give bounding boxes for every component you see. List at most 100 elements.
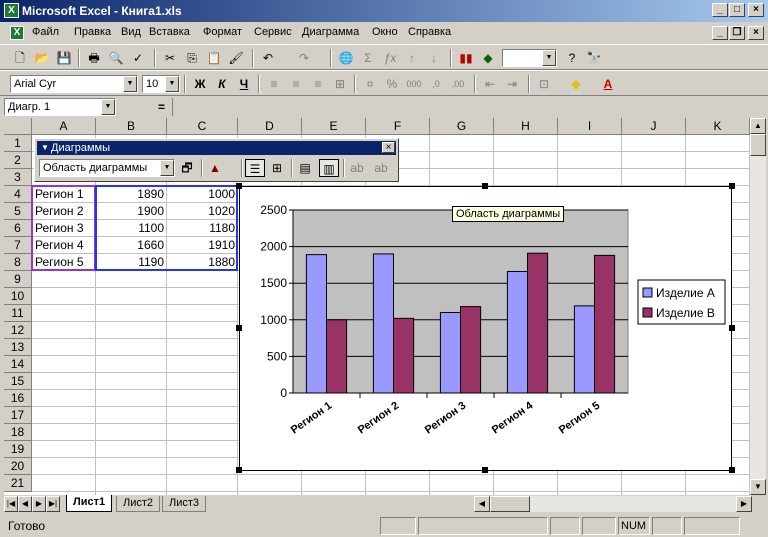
- scroll-thumb[interactable]: [750, 134, 766, 156]
- autosum-icon[interactable]: Σ: [358, 49, 378, 67]
- font-size-combo[interactable]: 10 ▼: [142, 75, 180, 93]
- row-header-18[interactable]: 18: [4, 424, 32, 441]
- legend-label[interactable]: Изделие B: [656, 306, 715, 320]
- row-header-8[interactable]: 8: [4, 254, 32, 271]
- new-icon[interactable]: 🗋: [10, 49, 30, 67]
- bar-a[interactable]: [506, 270, 528, 394]
- row-header-19[interactable]: 19: [4, 441, 32, 458]
- bar-b[interactable]: [393, 317, 415, 394]
- chart-objects-combo[interactable]: Область диаграммы ▼: [39, 159, 175, 177]
- column-header-c[interactable]: C: [167, 118, 238, 135]
- y-tick-label[interactable]: 2000: [260, 240, 287, 254]
- chart-toolbar-caption[interactable]: ▼ Диаграммы ×: [37, 141, 396, 155]
- row-header-4[interactable]: 4: [4, 186, 32, 203]
- redo-icon[interactable]: ↷: [294, 49, 314, 67]
- column-header-a[interactable]: A: [32, 118, 96, 135]
- column-header-f[interactable]: F: [366, 118, 430, 135]
- horizontal-scrollbar[interactable]: ◀ ▶: [474, 496, 752, 512]
- bar-b[interactable]: [594, 254, 616, 394]
- bar-b[interactable]: [460, 306, 482, 394]
- help-icon[interactable]: ?: [562, 49, 582, 67]
- merge-center-icon[interactable]: ⊞: [330, 75, 350, 93]
- row-header-20[interactable]: 20: [4, 458, 32, 475]
- save-icon[interactable]: 💾: [54, 49, 74, 67]
- data-table-icon[interactable]: ⊞: [267, 159, 287, 177]
- y-tick-label[interactable]: 2500: [260, 203, 287, 217]
- category-label[interactable]: Регион 1: [289, 400, 334, 437]
- prev-sheet-icon[interactable]: ◀: [18, 496, 32, 512]
- tab-sheet3[interactable]: Лист3: [162, 496, 207, 512]
- undo-icon[interactable]: ↶: [258, 49, 278, 67]
- menu-format[interactable]: Формат: [203, 26, 242, 38]
- next-sheet-icon[interactable]: ▶: [32, 496, 46, 512]
- row-header-1[interactable]: 1: [4, 135, 32, 152]
- decrease-decimal-icon[interactable]: ,00: [448, 75, 468, 93]
- borders-icon[interactable]: ⊡: [534, 75, 554, 93]
- bar-a[interactable]: [573, 305, 595, 394]
- column-header-g[interactable]: G: [430, 118, 494, 135]
- function-icon[interactable]: ƒx: [380, 49, 400, 67]
- cut-icon[interactable]: ✂: [160, 49, 180, 67]
- scroll-down-icon[interactable]: ▼: [750, 479, 766, 495]
- angle-text-up-icon[interactable]: ab: [371, 159, 391, 177]
- chart-toolbar-close-button[interactable]: ×: [382, 142, 395, 153]
- bar-b[interactable]: [326, 319, 348, 394]
- doc-restore-button[interactable]: ❐: [729, 26, 745, 40]
- row-header-16[interactable]: 16: [4, 390, 32, 407]
- legend-icon[interactable]: ☰: [245, 159, 265, 177]
- office-assistant-icon[interactable]: 🔭: [584, 49, 604, 67]
- legend-label[interactable]: Изделие A: [656, 286, 715, 300]
- formula-equals[interactable]: =: [158, 100, 165, 114]
- row-header-17[interactable]: 17: [4, 407, 32, 424]
- menu-edit[interactable]: Правка: [74, 26, 111, 38]
- bold-button[interactable]: Ж: [190, 75, 210, 93]
- legend-swatch[interactable]: [642, 307, 653, 318]
- font-combo[interactable]: Arial Cyr ▼: [10, 75, 138, 93]
- copy-icon[interactable]: ⎘: [182, 49, 202, 67]
- formula-input[interactable]: [172, 98, 766, 116]
- column-header-j[interactable]: J: [622, 118, 686, 135]
- tab-sheet1[interactable]: Лист1: [66, 495, 113, 512]
- y-tick-label[interactable]: 1000: [260, 313, 287, 327]
- increase-decimal-icon[interactable]: ,0: [426, 75, 446, 93]
- row-header-6[interactable]: 6: [4, 220, 32, 237]
- category-label[interactable]: Регион 2: [356, 400, 401, 437]
- angle-text-down-icon[interactable]: ab: [347, 159, 367, 177]
- menu-view[interactable]: Вид: [121, 26, 141, 38]
- menu-help[interactable]: Справка: [408, 26, 451, 38]
- zoom-combo[interactable]: ▼: [502, 49, 557, 67]
- y-tick-label[interactable]: 500: [267, 349, 287, 363]
- column-header-d[interactable]: D: [238, 118, 302, 135]
- by-column-icon[interactable]: ▥: [319, 159, 339, 177]
- legend-swatch[interactable]: [642, 287, 653, 298]
- align-right-icon[interactable]: ≡: [308, 75, 328, 93]
- y-tick-label[interactable]: 1500: [260, 276, 287, 290]
- percent-icon[interactable]: %: [382, 75, 402, 93]
- scroll-up-icon[interactable]: ▲: [750, 118, 766, 134]
- font-color-icon[interactable]: A: [598, 75, 618, 93]
- row-header-2[interactable]: 2: [4, 152, 32, 169]
- row-header-9[interactable]: 9: [4, 271, 32, 288]
- category-label[interactable]: Регион 3: [423, 400, 468, 437]
- align-left-icon[interactable]: ≡: [264, 75, 284, 93]
- chart-type-icon[interactable]: ▲: [205, 159, 225, 177]
- align-center-icon[interactable]: ≡: [286, 75, 306, 93]
- embedded-chart[interactable]: 0 500 1000 1500 2000 2500 Регион 1 Регион 2 Реги…: [239, 186, 732, 471]
- print-icon[interactable]: 🖶: [84, 49, 104, 67]
- excel-app-icon[interactable]: X: [4, 3, 19, 18]
- row-header-10[interactable]: 10: [4, 288, 32, 305]
- fill-color-icon[interactable]: ◆: [566, 75, 586, 93]
- column-header-e[interactable]: E: [302, 118, 366, 135]
- print-preview-icon[interactable]: 🔍: [106, 49, 126, 67]
- italic-button[interactable]: К: [212, 75, 232, 93]
- currency-icon[interactable]: ¤: [360, 75, 380, 93]
- row-header-7[interactable]: 7: [4, 237, 32, 254]
- format-painter-icon[interactable]: 🖌: [226, 49, 246, 67]
- bar-a[interactable]: [439, 311, 461, 394]
- row-header-11[interactable]: 11: [4, 305, 32, 322]
- by-row-icon[interactable]: ▤: [295, 159, 315, 177]
- underline-button[interactable]: Ч: [234, 75, 254, 93]
- last-sheet-icon[interactable]: ▶|: [46, 496, 60, 512]
- bar-b[interactable]: [527, 252, 549, 394]
- column-header-b[interactable]: B: [96, 118, 167, 135]
